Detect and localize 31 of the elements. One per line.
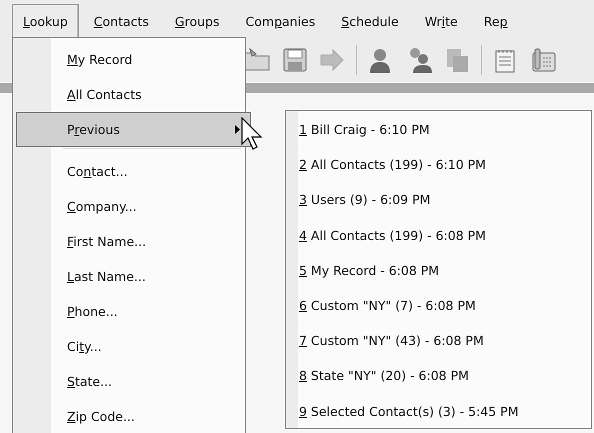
menu-item[interactable]: 5 My Record - 6:08 PM xyxy=(286,252,591,288)
phone-icon[interactable] xyxy=(530,46,558,74)
save-icon[interactable] xyxy=(282,47,308,73)
menu-item[interactable]: 4 All Contacts (199) - 6:08 PM xyxy=(286,218,591,253)
menu-title[interactable]: Companies xyxy=(234,4,326,38)
menu-item[interactable]: Contact... xyxy=(13,154,245,189)
menu-item[interactable]: First Name... xyxy=(13,224,245,259)
submenu-arrow-icon xyxy=(235,125,240,134)
menu-item[interactable]: City... xyxy=(13,329,245,364)
menu-item[interactable]: 7 Custom "NY" (43) - 6:08 PM xyxy=(286,323,591,358)
menu-item[interactable]: 6 Custom "NY" (7) - 6:08 PM xyxy=(286,288,591,324)
menu-title[interactable]: Write xyxy=(414,4,469,38)
menu-item[interactable]: Phone... xyxy=(13,294,245,329)
menu-item[interactable]: Company... xyxy=(13,189,245,224)
menu-title[interactable]: Groups xyxy=(164,4,230,38)
menu-item[interactable]: 8 State "NY" (20) - 6:08 PM xyxy=(286,358,591,394)
menu-title[interactable]: Schedule xyxy=(330,4,410,38)
menu-title[interactable]: Lookup xyxy=(12,4,79,38)
menu-item[interactable]: 1 Bill Craig - 6:10 PM xyxy=(286,112,591,148)
pointer-icon xyxy=(241,117,263,151)
menu-item[interactable]: Zip Code... xyxy=(13,399,245,433)
menu-item[interactable]: 9 Selected Contact(s) (3) - 5:45 PM xyxy=(286,394,591,429)
menu-item[interactable]: Last Name... xyxy=(13,259,245,294)
menu-item[interactable]: State... xyxy=(13,364,245,399)
menu-item[interactable]: 2 All Contacts (199) - 6:10 PM xyxy=(286,147,591,182)
menu-title[interactable]: Contacts xyxy=(82,4,160,38)
submenu-item[interactable]: Previous xyxy=(16,112,251,147)
menu-title[interactable]: Rep xyxy=(472,4,518,38)
menu-item[interactable]: All Contacts xyxy=(13,77,245,112)
menu-item[interactable]: My Record xyxy=(13,42,245,77)
menu-item[interactable]: 3 Users (9) - 6:09 PM xyxy=(286,182,591,218)
